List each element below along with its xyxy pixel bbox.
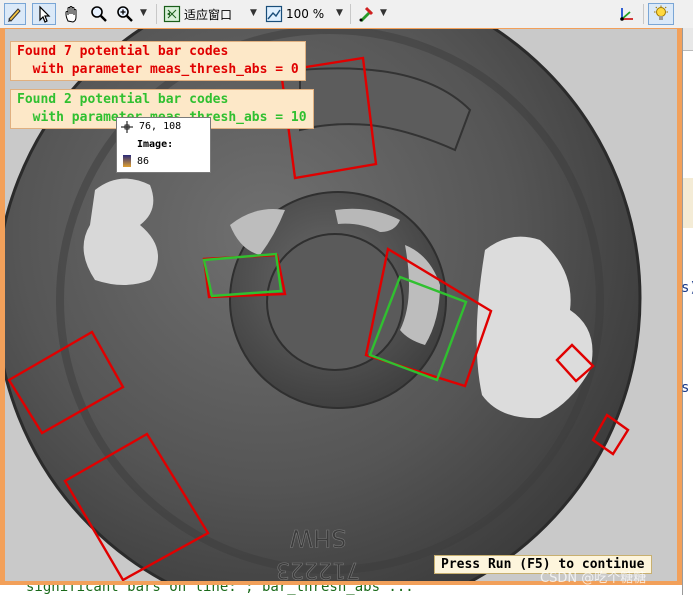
zoom-percent-label[interactable]: 100 % bbox=[286, 3, 324, 25]
code-fragment: significant bars on line: ; bar_thresh_a… bbox=[26, 585, 414, 595]
image-label: Image: bbox=[137, 139, 174, 150]
pixel-info-tooltip: 76, 108 Image: 86 bbox=[116, 117, 211, 173]
axis-coordinate-icon[interactable] bbox=[616, 3, 638, 25]
side-panel-header bbox=[683, 28, 693, 51]
engraving-text-2: 712223 bbox=[276, 557, 360, 581]
zoom-in-icon[interactable] bbox=[114, 3, 136, 25]
side-panel-highlight bbox=[683, 178, 693, 228]
chevron-down-icon[interactable]: ▼ bbox=[140, 8, 147, 18]
edit-pencil-icon[interactable] bbox=[4, 3, 26, 25]
draw-color-dropdown[interactable]: ▼ bbox=[380, 8, 387, 18]
pixel-coordinates: 76, 108 bbox=[139, 121, 182, 132]
zoom-percent-icon[interactable] bbox=[264, 3, 284, 25]
gray-value-icon bbox=[123, 155, 131, 167]
magnifier-icon[interactable] bbox=[88, 3, 110, 25]
red-result-message: Found 7 potential bar codes with paramet… bbox=[10, 41, 306, 81]
toolbar-divider bbox=[350, 4, 351, 24]
gray-value: 86 bbox=[137, 156, 150, 167]
draw-color-icon[interactable] bbox=[355, 3, 377, 25]
toolbar-divider bbox=[643, 4, 644, 24]
hand-pan-icon[interactable] bbox=[60, 3, 84, 25]
engraving-text-1: SHW bbox=[289, 524, 346, 552]
code-editor-strip: significant bars on line: ; bar_thresh_a… bbox=[0, 585, 682, 595]
crosshair-icon bbox=[120, 120, 136, 134]
side-panel: s) s bbox=[681, 28, 693, 595]
watermark: CSDN @吃个糖糖 bbox=[540, 571, 647, 586]
pointer-arrow-icon[interactable] bbox=[32, 3, 56, 25]
zoom-mode-dropdown[interactable]: ▼ bbox=[250, 8, 257, 18]
fit-window-icon[interactable] bbox=[162, 3, 182, 25]
red-message-line-1: Found 7 potential bar codes bbox=[17, 44, 229, 59]
lightbulb-icon[interactable] bbox=[648, 3, 674, 25]
side-code-text-1: s) bbox=[681, 280, 693, 296]
green-message-line-1: Found 2 potential bar codes bbox=[17, 92, 229, 107]
toolbar: ▼ 适应窗口 ▼ 100 % ▼ ▼ bbox=[0, 0, 693, 29]
side-code-text-2: s bbox=[681, 380, 690, 396]
red-message-line-2: with parameter meas_thresh_abs = 0 bbox=[32, 62, 299, 77]
toolbar-divider bbox=[156, 4, 157, 24]
zoom-percent-dropdown[interactable]: ▼ bbox=[336, 8, 343, 18]
zoom-mode-label[interactable]: 适应窗口 bbox=[184, 3, 232, 25]
